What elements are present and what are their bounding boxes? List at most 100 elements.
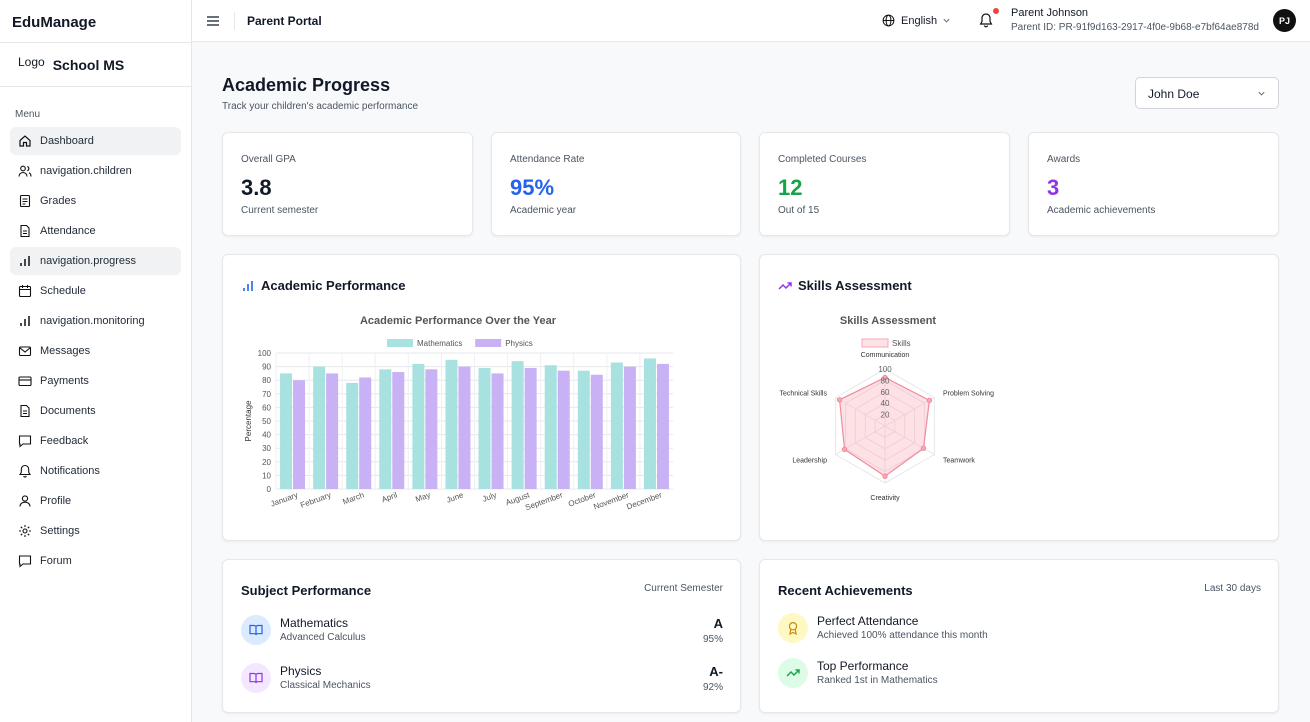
legend-label[interactable]: Physics	[505, 339, 533, 348]
users-icon	[18, 165, 32, 177]
sidebar-item-label: Dashboard	[40, 135, 94, 147]
bar-mathematics-february[interactable]	[313, 366, 326, 489]
x-tick-label: November	[592, 490, 630, 511]
stat-subtext: Academic year	[510, 205, 577, 216]
sidebar-item-profile[interactable]: Profile	[10, 487, 181, 515]
recent-achievements-card: Recent Achievements Last 30 days Perfect…	[759, 559, 1279, 713]
sidebar-item-forum[interactable]: Forum	[10, 547, 181, 575]
bar-mathematics-january[interactable]	[280, 373, 293, 489]
bar-physics-june[interactable]	[458, 366, 471, 489]
bar-mathematics-may[interactable]	[412, 363, 425, 489]
bar-mathematics-october[interactable]	[577, 370, 590, 489]
achievement-row[interactable]: Top Performance Ranked 1st in Mathematic…	[778, 658, 1260, 690]
school-name: School MS	[52, 56, 125, 73]
legend-label[interactable]: Skills	[892, 339, 911, 348]
subject-grade: A	[713, 616, 723, 631]
language-label: English	[901, 14, 938, 27]
book-icon	[249, 672, 263, 684]
bar-physics-july[interactable]	[491, 373, 504, 489]
legend-swatch	[861, 338, 889, 348]
achievement-icon-circle	[778, 658, 808, 688]
bar-physics-october[interactable]	[590, 374, 603, 489]
achievement-name: Top Performance	[817, 659, 909, 673]
subject-row[interactable]: Mathematics Advanced Calculus A 95%	[241, 615, 723, 647]
sidebar-item-navigation-monitoring[interactable]: navigation.monitoring	[10, 307, 181, 335]
sidebar-item-label: Schedule	[40, 285, 86, 297]
sidebar-item-label: Payments	[40, 375, 89, 387]
stat-label: Awards	[1047, 154, 1081, 165]
bar-physics-january[interactable]	[293, 380, 306, 489]
bar-mathematics-november[interactable]	[610, 362, 623, 489]
notification-bell-icon[interactable]	[979, 12, 993, 28]
academic-performance-card: Academic Performance Academic Performanc…	[222, 254, 741, 541]
hamburger-menu-icon[interactable]	[206, 14, 220, 28]
bar-physics-may[interactable]	[425, 369, 438, 489]
bar-mathematics-march[interactable]	[346, 382, 359, 489]
page-subtitle: Track your children's academic performan…	[222, 101, 419, 112]
subject-name: Physics	[280, 664, 322, 678]
legend-label[interactable]: Mathematics	[417, 339, 462, 348]
radar-point-problem-solving[interactable]	[926, 397, 933, 404]
stat-value: 95%	[510, 175, 555, 200]
radar-point-leadership[interactable]	[841, 446, 848, 453]
bar-physics-november[interactable]	[623, 366, 636, 489]
portal-title: Parent Portal	[247, 14, 322, 28]
sidebar-item-attendance[interactable]: Attendance	[10, 217, 181, 245]
radar-axis-label: Technical Skills	[780, 391, 828, 398]
bar-physics-april[interactable]	[392, 372, 405, 489]
card-title: Subject Performance	[241, 583, 372, 598]
sidebar-item-documents[interactable]: Documents	[10, 397, 181, 425]
sidebar-item-payments[interactable]: Payments	[10, 367, 181, 395]
bar-mathematics-july[interactable]	[478, 367, 491, 489]
sidebar-item-messages[interactable]: Messages	[10, 337, 181, 365]
subject-percent: 95%	[702, 634, 723, 645]
sidebar-item-navigation-progress[interactable]: navigation.progress	[10, 247, 181, 275]
subject-icon-circle	[241, 663, 271, 693]
topbar-divider	[234, 12, 235, 30]
sidebar-item-label: Grades	[40, 195, 77, 207]
sidebar-item-feedback[interactable]: Feedback	[10, 427, 181, 455]
radar-axis-label: Teamwork	[943, 458, 975, 465]
bar-mathematics-august[interactable]	[511, 361, 524, 489]
sidebar-item-dashboard[interactable]: Dashboard	[10, 127, 181, 155]
school-logo-row[interactable]: Logo School MS	[0, 43, 191, 87]
sidebar-item-notifications[interactable]: Notifications	[10, 457, 181, 485]
x-tick-label: March	[341, 490, 365, 506]
bar-physics-march[interactable]	[359, 377, 372, 489]
bar-physics-september[interactable]	[557, 370, 570, 489]
bar-mathematics-june[interactable]	[445, 359, 458, 489]
bar-mathematics-april[interactable]	[379, 369, 392, 489]
parent-name: Parent Johnson	[1011, 7, 1089, 19]
y-tick-label: 10	[262, 471, 271, 480]
sidebar-item-schedule[interactable]: Schedule	[10, 277, 181, 305]
radar-point-technical-skills[interactable]	[836, 397, 843, 403]
subject-name: Mathematics	[280, 616, 349, 630]
y-tick-label: 90	[262, 363, 271, 372]
document-icon	[20, 224, 30, 238]
brand-name: EduManage	[0, 0, 191, 43]
bar-mathematics-december[interactable]	[643, 358, 656, 489]
bar-chart: Academic Performance Over the Year Mathem…	[244, 315, 673, 512]
child-selector[interactable]: John Doe	[1135, 77, 1279, 109]
radar-point-teamwork[interactable]	[920, 445, 927, 451]
subject-row[interactable]: Physics Classical Mechanics A- 92%	[241, 663, 723, 695]
y-tick-label: 60	[262, 403, 271, 412]
achievement-row[interactable]: Perfect Attendance Achieved 100% attenda…	[778, 613, 1260, 645]
bar-mathematics-september[interactable]	[544, 365, 557, 489]
sidebar-item-grades[interactable]: Grades	[10, 187, 181, 215]
bar-physics-december[interactable]	[656, 363, 669, 489]
x-tick-label: May	[414, 490, 431, 504]
r-tick-label: 60	[881, 388, 890, 397]
user-avatar[interactable]: PJ	[1273, 9, 1296, 32]
sidebar-item-label: Settings	[40, 525, 80, 537]
achievement-detail: Achieved 100% attendance this month	[817, 630, 988, 641]
bar-physics-february[interactable]	[326, 373, 339, 489]
language-selector[interactable]: English	[882, 14, 957, 27]
r-tick-label: 40	[881, 399, 890, 408]
sidebar-item-label: navigation.progress	[40, 255, 137, 267]
y-axis-label: Percentage	[244, 400, 253, 441]
sidebar-item-navigation-children[interactable]: navigation.children	[10, 157, 181, 185]
bar-physics-august[interactable]	[524, 367, 537, 489]
sidebar-item-settings[interactable]: Settings	[10, 517, 181, 545]
radar-point-creativity[interactable]	[882, 473, 888, 479]
